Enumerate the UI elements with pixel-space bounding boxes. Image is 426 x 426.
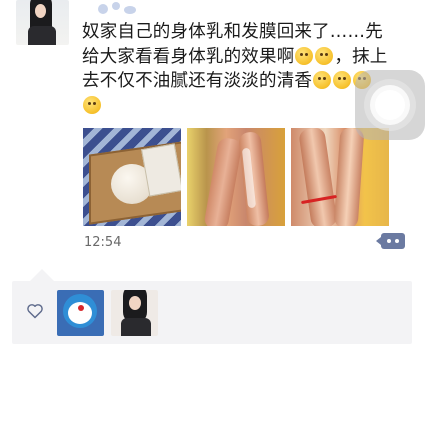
post-text-line-3: 去不仅不油腻还有淡淡的清香: [82, 71, 313, 91]
girl-avatar[interactable]: [111, 290, 158, 336]
poster-avatar[interactable]: [16, 0, 69, 45]
legs-photo-1[interactable]: [187, 128, 285, 226]
post-text-line-2b: ，抹上: [334, 46, 388, 67]
avatar-body: [121, 318, 151, 336]
header-decoration: [90, 0, 146, 18]
shy-smile-emoji-icon: [315, 46, 334, 65]
shy-smile-emoji-icon: [295, 46, 314, 65]
product-card: [141, 143, 181, 197]
smile-emoji-icon: [83, 95, 101, 114]
leg-left: [203, 136, 243, 226]
assistive-touch-button[interactable]: [355, 70, 425, 140]
assistive-ring-inner: [375, 90, 405, 120]
legs-photo-2[interactable]: [291, 128, 389, 226]
product-photo[interactable]: [83, 128, 181, 226]
avatar-face: [35, 4, 46, 18]
avatar-body: [28, 26, 56, 45]
post-text-line-1: 奴家自己的身体乳和发膜回来了……先: [82, 22, 383, 42]
post-timestamp: 12:54: [84, 235, 122, 250]
heart-outline-icon: [27, 304, 43, 319]
comment-button[interactable]: [376, 233, 405, 249]
likes-panel: [12, 269, 412, 344]
thinking-emoji-icon: [313, 71, 332, 89]
thinking-emoji-icon: [333, 71, 352, 89]
leg-right: [238, 131, 270, 226]
comment-icon: [376, 237, 381, 245]
leg-right: [333, 128, 365, 226]
doraemon-avatar[interactable]: [57, 290, 104, 336]
post-text-line-2: 给大家看看身体乳的效果啊: [82, 46, 295, 67]
doraemon-nose: [78, 305, 84, 311]
leg-left: [298, 128, 338, 226]
avatar-face: [129, 296, 141, 310]
panel-notch: [30, 269, 54, 281]
